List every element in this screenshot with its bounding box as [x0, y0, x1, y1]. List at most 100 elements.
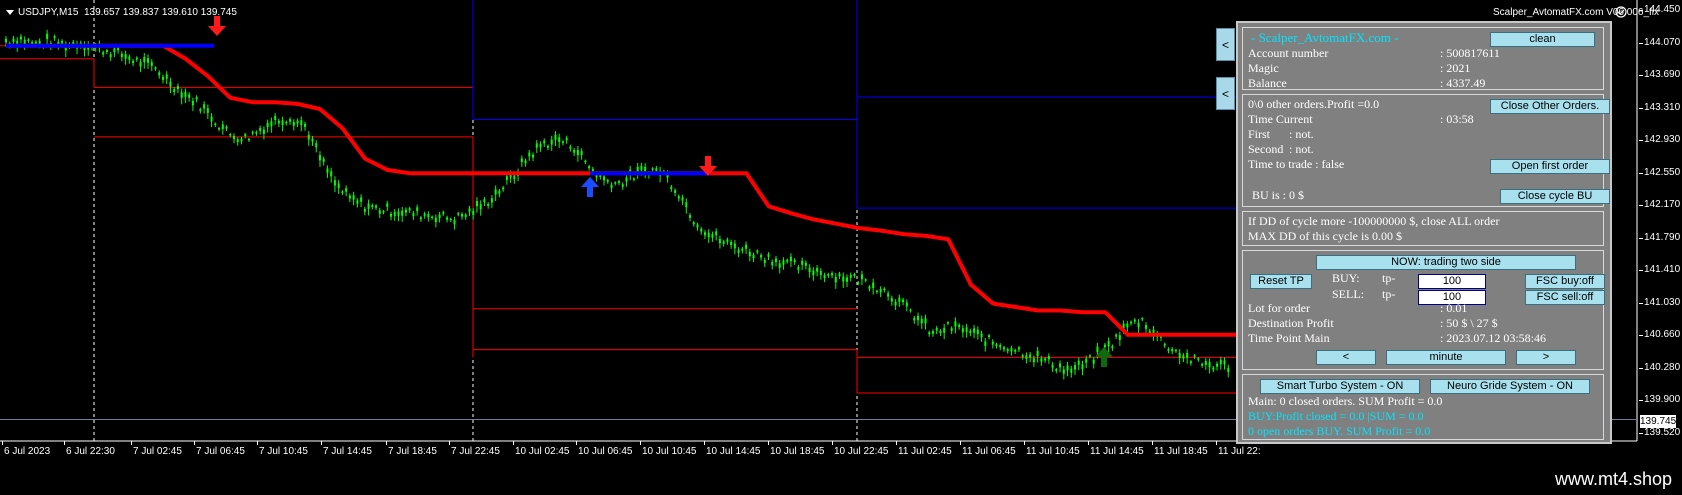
- candle-body: [143, 56, 146, 63]
- candle-body: [535, 143, 538, 148]
- candle-body: [356, 200, 359, 204]
- candle-body: [991, 341, 994, 345]
- candle-body: [408, 208, 411, 211]
- time-axis-label: 10 Jul 22:45: [832, 441, 889, 457]
- timeframe-next-button[interactable]: >: [1516, 350, 1576, 365]
- candle-body: [831, 272, 834, 276]
- candle-body: [498, 190, 501, 194]
- magic-label: Magic: [1248, 61, 1279, 75]
- candle-body: [928, 332, 931, 335]
- price-axis-label: 139.520: [1638, 426, 1681, 438]
- account-number-label: Account number: [1248, 46, 1329, 60]
- time-axis-label: 7 Jul 22:45: [449, 441, 500, 457]
- candle-body: [184, 92, 187, 97]
- price-axis-label: 140.280: [1638, 361, 1681, 373]
- time-axis-label: 11 Jul 14:45: [1088, 441, 1144, 457]
- candle-body: [939, 330, 942, 334]
- candle-body: [292, 122, 295, 126]
- systems-box: Smart Turbo System - ON Neuro Gride Syst…: [1242, 374, 1604, 440]
- candle-body: [419, 217, 422, 220]
- close-other-orders-button[interactable]: Close Other Orders.: [1490, 99, 1610, 114]
- candle-body: [532, 154, 535, 158]
- candle-body: [262, 129, 265, 134]
- fsc-buy-button[interactable]: FSC buy:off: [1525, 274, 1605, 289]
- panel-collapse-button-1[interactable]: <: [1216, 28, 1235, 61]
- smart-turbo-button[interactable]: Smart Turbo System - ON: [1260, 379, 1420, 394]
- chart-area[interactable]: USDJPY,M15 139.657 139.837 139.610 139.7…: [0, 0, 1682, 461]
- candle-body: [561, 141, 564, 144]
- time-axis-label: 7 Jul 14:45: [321, 441, 372, 457]
- candle-body: [453, 220, 456, 225]
- price-axis-label: 143.690: [1638, 69, 1681, 80]
- candle-body: [1174, 349, 1177, 352]
- candle-body: [681, 197, 684, 201]
- candle-body: [128, 56, 131, 60]
- time-axis-label: 11 Jul 10:45: [1024, 441, 1080, 457]
- candle-body: [879, 288, 882, 293]
- balance-label: Balance: [1248, 76, 1287, 90]
- price-axis-label: 141.790: [1638, 231, 1681, 243]
- account-number-value: : 500817611: [1440, 46, 1500, 60]
- candle-body: [1040, 358, 1043, 362]
- candle-body: [1088, 355, 1091, 357]
- candle-body: [1201, 363, 1204, 366]
- candle-body: [857, 282, 860, 284]
- candle-body: [640, 166, 643, 171]
- account-info-box: - Scalper_AvtomatFX.com - clean Account …: [1242, 27, 1604, 90]
- candle-body: [1178, 352, 1181, 359]
- candle-body: [984, 341, 987, 346]
- candle-body: [999, 344, 1002, 348]
- candle-body: [1103, 344, 1106, 348]
- candle-body: [1126, 323, 1129, 328]
- price-axis-label: 143.310: [1638, 101, 1681, 113]
- timeframe-button[interactable]: minute: [1386, 350, 1506, 365]
- candle-body: [808, 267, 811, 273]
- candle-body: [588, 166, 591, 169]
- candle-body: [61, 41, 64, 44]
- candle-body: [767, 254, 770, 257]
- candle-body: [580, 151, 583, 155]
- trading-mode-button[interactable]: NOW: trading two side: [1316, 255, 1576, 270]
- candle-body: [898, 297, 901, 302]
- candle-body: [225, 126, 228, 129]
- price-axis-label: 142.930: [1638, 134, 1681, 145]
- time-axis-label: 6 Jul 2023: [1, 441, 51, 457]
- candle-body: [573, 149, 576, 153]
- candle-body: [1062, 369, 1065, 374]
- clean-button[interactable]: clean: [1490, 32, 1595, 47]
- expert-advisor-icon[interactable]: [1615, 6, 1627, 18]
- fsc-sell-button[interactable]: FSC sell:off: [1525, 290, 1605, 305]
- reset-tp-button[interactable]: Reset TP: [1250, 274, 1312, 289]
- dropdown-triangle-icon[interactable]: [6, 9, 14, 15]
- candle-body: [176, 85, 179, 90]
- ohlc-values: 139.657 139.837 139.610 139.745: [83, 7, 237, 18]
- candle-body: [946, 322, 949, 324]
- candle-body: [539, 144, 542, 148]
- candle-body: [158, 72, 161, 76]
- candle-body: [23, 39, 26, 45]
- buy-tp-input[interactable]: 100: [1418, 274, 1486, 289]
- candle-body: [569, 146, 572, 149]
- orders-box: 0\0 other orders.Profit =0.0 Close Other…: [1242, 94, 1610, 207]
- candle-body: [53, 36, 56, 39]
- candle-body: [300, 120, 303, 126]
- lot-label: Lot for order: [1248, 301, 1310, 315]
- candle-body: [105, 50, 108, 52]
- time-axis-label: 11 Jul 18:45: [1152, 441, 1208, 457]
- timeframe-prev-button[interactable]: <: [1316, 350, 1376, 365]
- candle-body: [1130, 321, 1133, 324]
- candle-body: [973, 328, 976, 333]
- neuro-gride-button[interactable]: Neuro Gride System - ON: [1430, 379, 1590, 394]
- candle-body: [655, 168, 658, 171]
- panel-collapse-button-2[interactable]: <: [1216, 77, 1235, 110]
- candle-body: [827, 274, 830, 276]
- candle-body: [965, 327, 968, 332]
- candle-body: [1107, 341, 1110, 347]
- candle-body: [875, 290, 878, 293]
- candle-body: [674, 190, 677, 193]
- open-first-order-button[interactable]: Open first order: [1490, 159, 1610, 174]
- candle-body: [920, 318, 923, 324]
- close-cycle-bu-button[interactable]: Close cycle BU: [1500, 189, 1610, 204]
- candle-body: [741, 248, 744, 251]
- candle-body: [360, 197, 363, 202]
